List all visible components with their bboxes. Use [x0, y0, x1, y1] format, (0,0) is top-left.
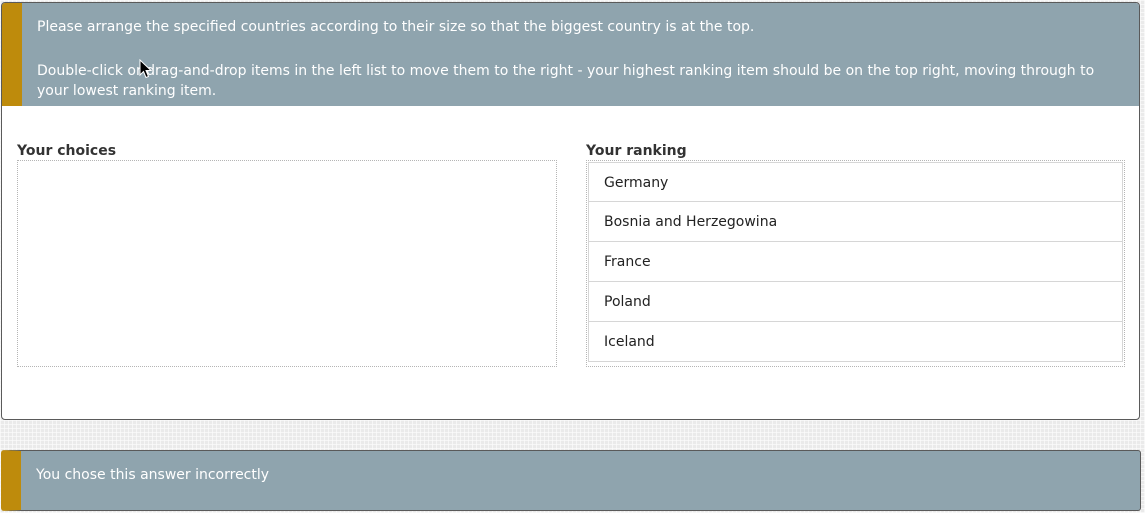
- instructions-panel: Please arrange the specified countries a…: [2, 3, 1139, 106]
- feedback-panel: You chose this answer incorrectly: [1, 450, 1141, 511]
- question-container: Please arrange the specified countries a…: [1, 2, 1140, 420]
- instruction-text: Please arrange the specified countries a…: [37, 19, 755, 35]
- ranking-item-poland[interactable]: Poland: [588, 282, 1123, 322]
- choices-label: Your choices: [17, 143, 117, 159]
- instruction-help-text: Double-click or drag-and-drop items in t…: [37, 63, 1095, 99]
- ranking-item-iceland[interactable]: Iceland: [588, 322, 1123, 362]
- ranking-item-germany[interactable]: Germany: [588, 162, 1123, 202]
- feedback-text: You chose this answer incorrectly: [36, 467, 270, 483]
- ranking-item-bosnia-and-herzegowina[interactable]: Bosnia and Herzegowina: [588, 202, 1123, 242]
- ranking-item-france[interactable]: France: [588, 242, 1123, 282]
- ranking-label: Your ranking: [586, 143, 687, 159]
- mouse-cursor-icon: [139, 59, 153, 79]
- ranking-list[interactable]: Germany Bosnia and Herzegowina France Po…: [586, 160, 1125, 367]
- choices-list[interactable]: [17, 160, 557, 367]
